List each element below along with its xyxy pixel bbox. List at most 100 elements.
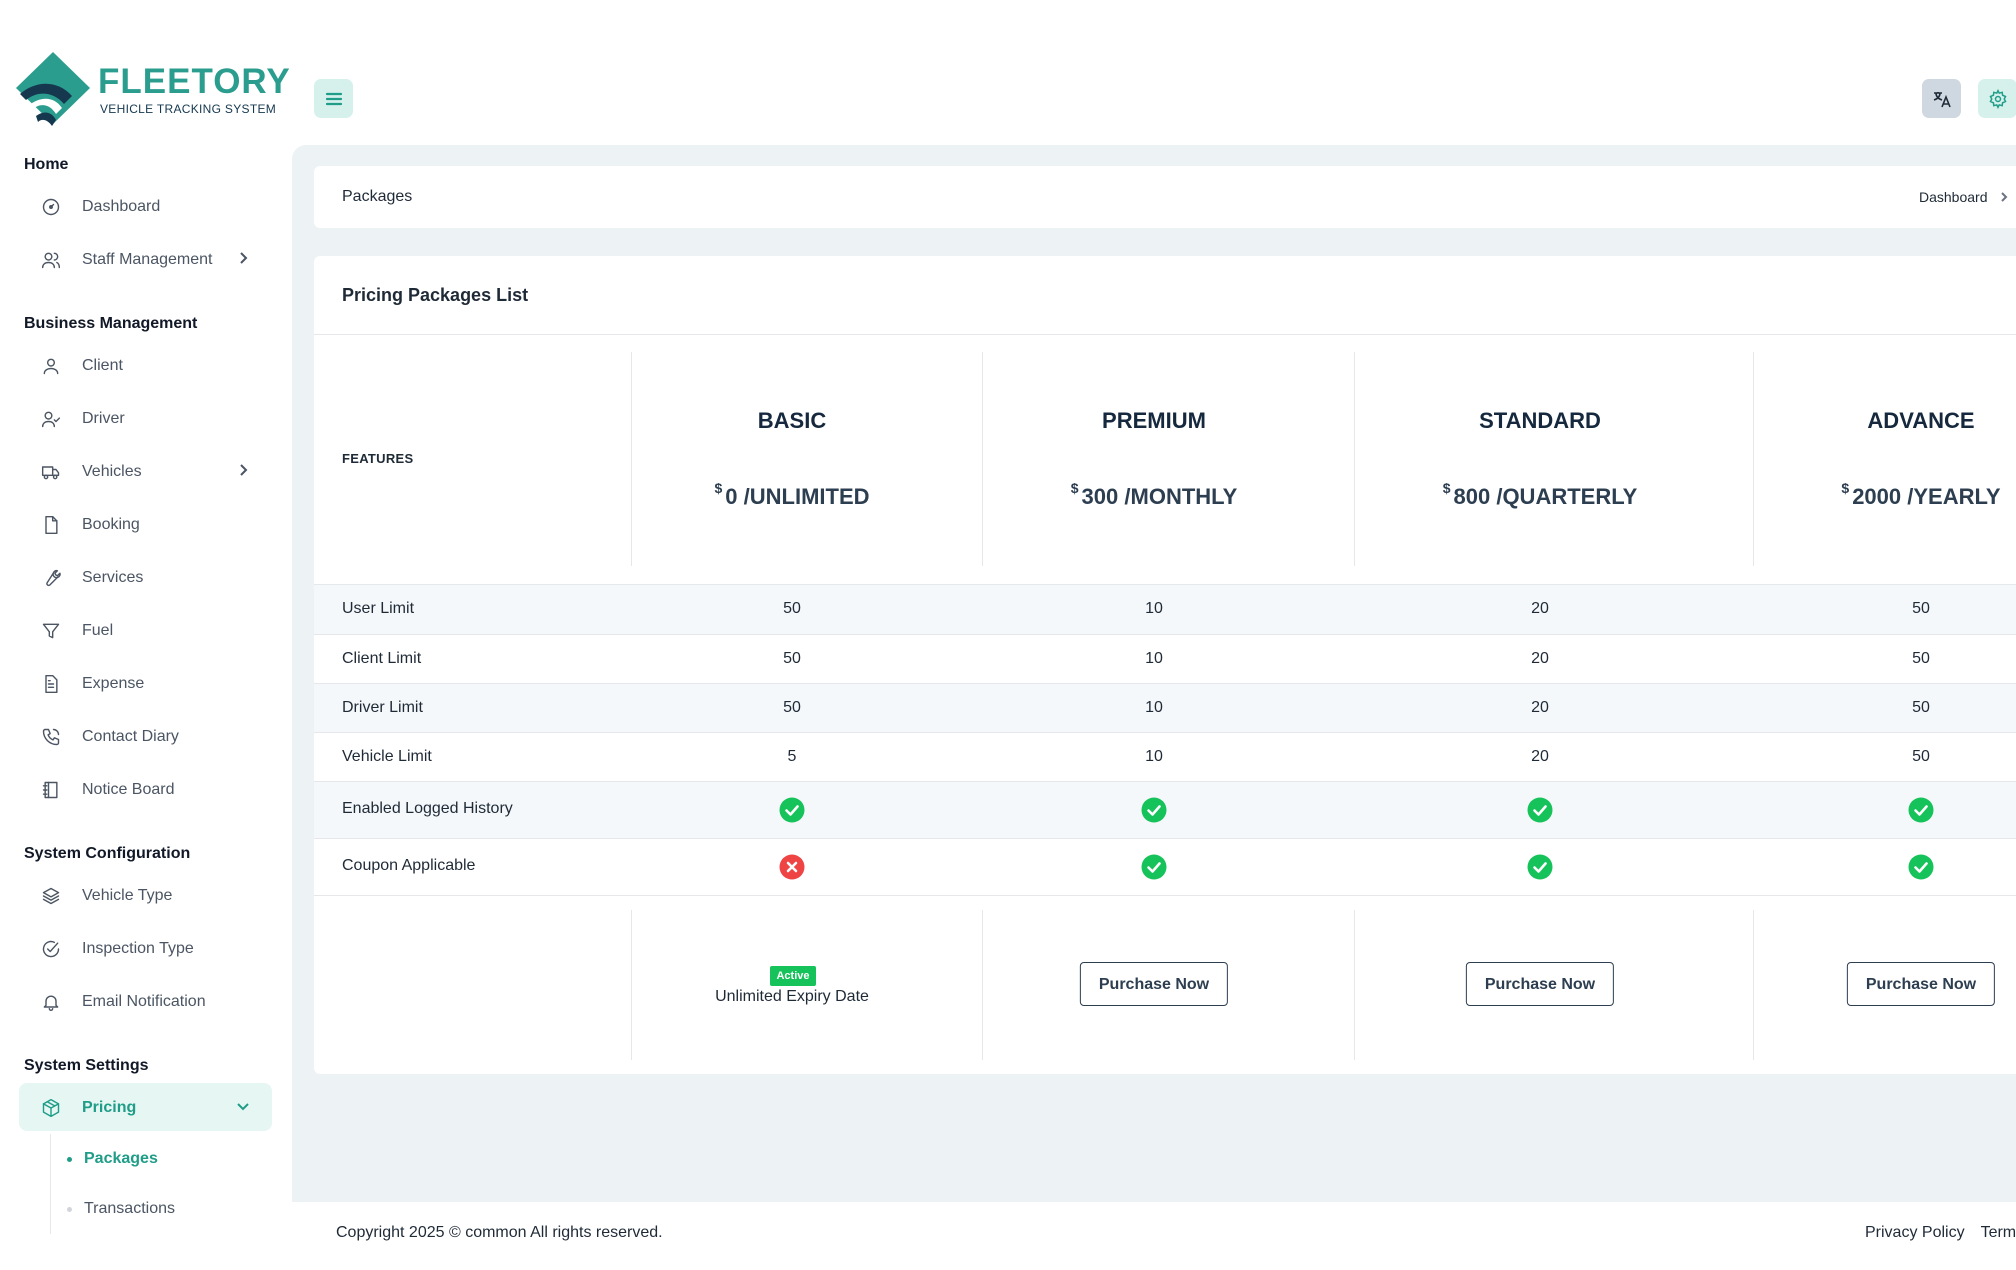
breadcrumb[interactable]: Dashboard (1919, 166, 2010, 228)
check-circle-icon (1908, 854, 1934, 880)
fleetory-logo-icon (16, 52, 90, 126)
sidebar-item-expense[interactable]: Expense (0, 657, 292, 710)
brand-tagline: VEHICLE TRACKING SYSTEM (100, 102, 277, 116)
plan-name: ADVANCE (1867, 408, 1975, 433)
purchase-now-button[interactable]: Purchase Now (1465, 962, 1615, 1006)
sidebar-item-staff-management[interactable]: Staff Management (0, 233, 292, 286)
plan-name: STANDARD (1479, 408, 1601, 433)
table-row: Enabled Logged History (314, 781, 2016, 838)
table-row: Vehicle Limit 5 10 20 50 (314, 732, 2016, 782)
sidebar-subitem-label: Packages (84, 1150, 158, 1167)
check-circle-icon (40, 938, 62, 960)
package-icon (40, 1097, 62, 1119)
wrench-icon (40, 567, 62, 589)
check-circle-icon (1141, 854, 1167, 880)
plan-price: $0 /UNLIMITED (714, 480, 870, 510)
breadcrumb-dashboard-link[interactable]: Dashboard (1919, 166, 1988, 228)
plan-price-amount: 300 (1081, 484, 1119, 509)
sidebar-subitem-packages[interactable]: Packages (0, 1134, 292, 1184)
currency-symbol: $ (1841, 480, 1850, 496)
table-row: User Limit 50 10 20 50 (314, 584, 2016, 634)
translate-icon (1933, 91, 1951, 107)
sidebar-item-email-notification[interactable]: Email Notification (0, 975, 292, 1028)
menu-toggle-button[interactable] (314, 79, 353, 118)
card-divider (314, 334, 2016, 335)
column-divider (1753, 352, 1754, 566)
nav-section-system-configuration: System Configuration (24, 845, 191, 862)
sidebar-item-label: Client (82, 356, 123, 374)
sidebar-item-label: Fuel (82, 621, 114, 639)
chevron-down-icon (236, 1099, 250, 1113)
sidebar-item-inspection-type[interactable]: Inspection Type (0, 922, 292, 975)
feature-label: Driver Limit (342, 699, 423, 716)
card-title: Pricing Packages List (342, 285, 529, 305)
feature-label: Vehicle Limit (342, 748, 432, 765)
plan-price-amount: 2000 (1852, 484, 1902, 509)
feature-value: 20 (1531, 650, 1549, 667)
features-column-header: FEATURES (342, 451, 414, 466)
table-row: Client Limit 50 10 20 50 (314, 634, 2016, 684)
sidebar-item-label: Contact Diary (82, 727, 179, 745)
footer-link-terms[interactable]: Terms (1981, 1224, 2016, 1241)
feature-value: 50 (1912, 600, 1930, 617)
feature-label: Coupon Applicable (342, 857, 476, 874)
feature-value: 50 (783, 650, 801, 667)
footer-link-privacy-policy[interactable]: Privacy Policy (1865, 1224, 1965, 1241)
brand-logo[interactable]: FLEETORY VEHICLE TRACKING SYSTEM (14, 50, 291, 130)
sidebar-item-booking[interactable]: Booking (0, 498, 292, 551)
sidebar-item-vehicle-type[interactable]: Vehicle Type (0, 869, 292, 922)
sidebar-item-client[interactable]: Client (0, 339, 292, 392)
footer-copyright: Copyright 2025 © common All rights reser… (336, 1224, 663, 1241)
purchase-now-button[interactable]: Purchase Now (1079, 962, 1229, 1006)
sidebar-item-dashboard[interactable]: Dashboard (0, 180, 292, 233)
sidebar-item-vehicles[interactable]: Vehicles (0, 445, 292, 498)
feature-value: 10 (1145, 699, 1163, 716)
settings-button[interactable] (1978, 79, 2016, 118)
sidebar-item-driver[interactable]: Driver (0, 392, 292, 445)
file-icon (40, 514, 62, 536)
sidebar-item-contact-diary[interactable]: Contact Diary (0, 710, 292, 763)
footer-links: Privacy Policy Terms (1865, 1224, 2016, 1242)
plan-price-period: /MONTHLY (1124, 484, 1238, 509)
sidebar-item-label: Email Notification (82, 992, 206, 1010)
sidebar-item-label: Driver (82, 409, 125, 427)
chevron-right-icon (236, 463, 250, 477)
currency-symbol: $ (1442, 480, 1451, 496)
plan-name: BASIC (757, 408, 827, 433)
sidebar-item-label: Inspection Type (82, 939, 194, 957)
column-divider (631, 352, 632, 566)
language-button[interactable] (1922, 79, 1961, 118)
bell-icon (40, 991, 62, 1013)
users-icon (40, 249, 62, 271)
feature-value: 50 (1912, 650, 1930, 667)
sidebar-item-services[interactable]: Services (0, 551, 292, 604)
status-badge: Active (770, 966, 816, 986)
feature-value: 20 (1531, 748, 1549, 765)
sidebar-item-label: Dashboard (82, 197, 161, 215)
gear-icon (1988, 88, 2007, 109)
sidebar-item-fuel[interactable]: Fuel (0, 604, 292, 657)
sidebar-item-notice-board[interactable]: Notice Board (0, 763, 292, 816)
feature-label: User Limit (342, 600, 415, 617)
purchase-now-button[interactable]: Purchase Now (1846, 962, 1996, 1006)
x-circle-icon (779, 854, 805, 880)
table-row: Coupon Applicable (314, 838, 2016, 895)
sidebar: FLEETORY VEHICLE TRACKING SYSTEM Home Da… (0, 0, 292, 1270)
sidebar-item-label: Services (82, 568, 144, 586)
column-divider (1354, 352, 1355, 566)
plan-price-period: /UNLIMITED (743, 484, 870, 509)
sidebar-subitem-transactions[interactable]: Transactions (0, 1184, 292, 1234)
expiry-text: Unlimited Expiry Date (715, 988, 869, 1005)
sidebar-item-label: Notice Board (82, 780, 175, 798)
chevron-right-icon (236, 251, 250, 265)
sidebar-subitem-label: Transactions (84, 1200, 175, 1217)
sidebar-item-label: Expense (82, 674, 145, 692)
user-check-icon (40, 408, 62, 430)
layers-icon (40, 885, 62, 907)
check-circle-icon (1141, 797, 1167, 823)
currency-symbol: $ (1070, 480, 1079, 496)
check-circle-icon (1908, 797, 1934, 823)
feature-label: Enabled Logged History (342, 800, 513, 817)
sidebar-item-pricing[interactable]: Pricing (0, 1081, 292, 1134)
brand-name: FLEETORY (98, 62, 291, 101)
